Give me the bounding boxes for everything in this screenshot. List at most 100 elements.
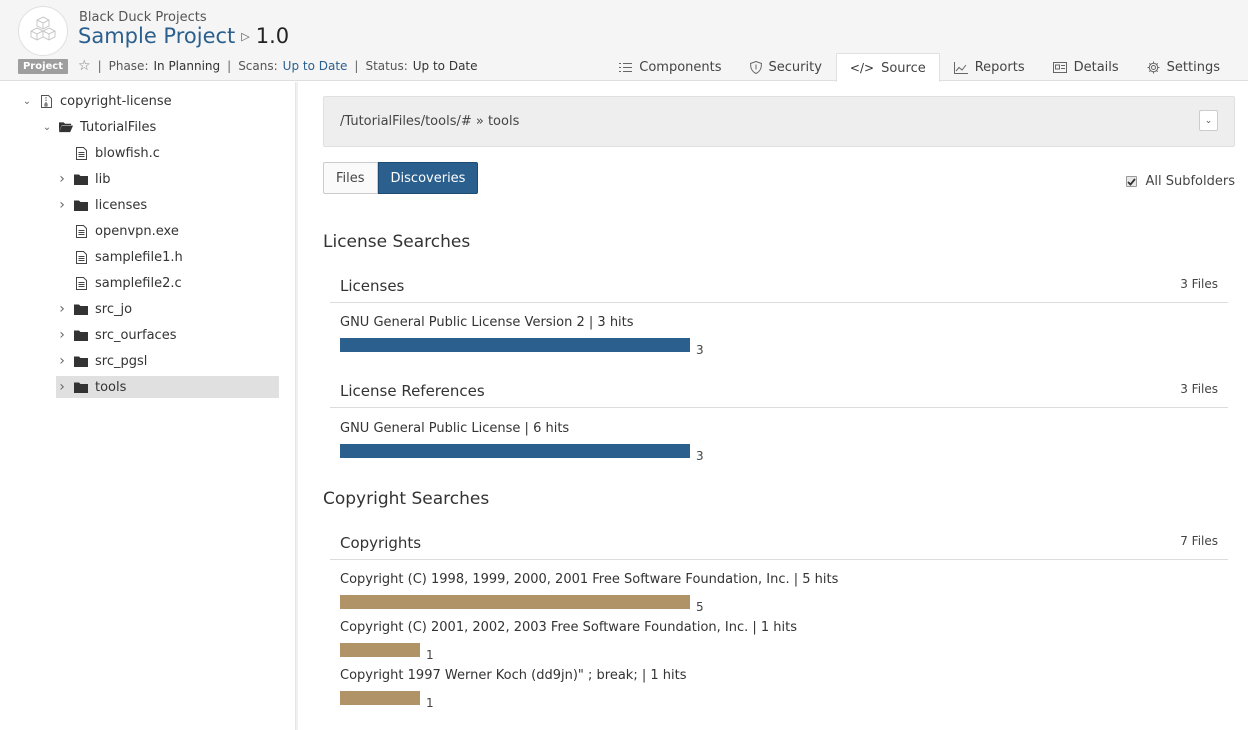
hit-bar — [340, 691, 420, 705]
chevron-right-icon[interactable]: › — [56, 379, 68, 395]
project-logo — [18, 6, 68, 56]
files-view-button[interactable]: Files — [323, 162, 378, 194]
hit-label[interactable]: GNU General Public License Version 2 | 3… — [340, 315, 634, 330]
caret-right-icon: ▷ — [241, 29, 250, 43]
tree-item-label: src_jo — [95, 301, 133, 317]
group-title: Copyrights — [340, 534, 422, 552]
scans-value[interactable]: Up to Date — [283, 59, 348, 73]
file-icon — [74, 146, 88, 160]
tree-folder-item[interactable]: › src_jo — [56, 298, 132, 320]
current-path: /TutorialFiles/tools/# » tools — [340, 114, 520, 129]
tree-node-folder[interactable]: ⌄ TutorialFiles — [41, 116, 157, 138]
breadcrumb-projects[interactable]: Black Duck Projects — [79, 10, 207, 25]
tree-folder-item[interactable]: › lib — [56, 168, 110, 190]
tab-source[interactable]: </> Source — [835, 53, 940, 82]
tree-folder-item[interactable]: › src_ourfaces — [56, 324, 176, 346]
discoveries-view-button[interactable]: Discoveries — [377, 162, 479, 194]
file-count: 3 Files — [1180, 277, 1218, 291]
tree-item-label: lib — [95, 171, 111, 187]
gear-icon — [1147, 61, 1160, 74]
tree-item-label: src_ourfaces — [95, 327, 177, 343]
phase-label: Phase: — [108, 59, 149, 73]
file-icon — [74, 224, 88, 238]
hit-bar-value: 3 — [696, 343, 704, 357]
chevron-down-icon[interactable]: ⌄ — [41, 122, 53, 133]
chevron-down-icon[interactable]: ⌄ — [21, 96, 33, 107]
version-name[interactable]: 1.0 — [256, 24, 289, 48]
folder-icon — [74, 198, 88, 212]
hit-bar-row: 3 — [340, 444, 704, 463]
star-icon[interactable]: ☆ — [78, 58, 91, 74]
project-badge: Project — [18, 59, 68, 74]
tree-node-root[interactable]: ⌄ copyright-license — [21, 90, 172, 112]
hit-bar-row: 3 — [340, 338, 704, 357]
group-title: Licenses — [340, 277, 405, 295]
file-icon — [74, 276, 88, 290]
hit-bar-value: 3 — [696, 449, 704, 463]
view-toggle: Files Discoveries — [323, 162, 479, 194]
hit-bar — [340, 643, 420, 657]
folder-icon — [74, 354, 88, 368]
group-title: License References — [340, 382, 485, 400]
hit-bar — [340, 338, 690, 352]
hit-bar-value: 1 — [426, 696, 434, 710]
hit-label[interactable]: Copyright 1997 Werner Koch (dd9jn)" ; br… — [340, 668, 687, 683]
chart-icon — [953, 61, 968, 74]
chevron-right-icon[interactable]: › — [56, 301, 68, 317]
list-icon — [619, 62, 633, 73]
project-meta: ☆ | Phase: In Planning | Scans: Up to Da… — [78, 58, 478, 74]
status-value: Up to Date — [412, 59, 478, 73]
copyright-searches-heading: Copyright Searches — [323, 489, 490, 509]
chevron-right-icon[interactable]: › — [56, 197, 68, 213]
tree-file-item[interactable]: blowfish.c — [56, 142, 160, 164]
tree-file-item[interactable]: samplefile2.c — [56, 272, 182, 294]
tab-components[interactable]: Components — [605, 53, 735, 81]
project-name-link[interactable]: Sample Project — [78, 24, 235, 48]
hit-bar-row: 1 — [340, 643, 434, 662]
hit-bar-value: 1 — [426, 648, 434, 662]
source-tree — [0, 82, 296, 730]
tree-folder-item[interactable]: › src_pgsl — [56, 350, 147, 372]
license-references-group-header: License References 3 Files — [330, 378, 1228, 408]
id-card-icon — [1052, 62, 1067, 73]
tree-file-item[interactable]: openvpn.exe — [56, 220, 179, 242]
tab-settings[interactable]: Settings — [1133, 53, 1234, 81]
hit-label[interactable]: Copyright (C) 1998, 1999, 2000, 2001 Fre… — [340, 572, 838, 587]
tree-item-label: tools — [95, 379, 127, 395]
hit-bar — [340, 595, 690, 609]
phase-value: In Planning — [153, 59, 221, 73]
tree-item-label: samplefile1.h — [95, 249, 183, 265]
file-count: 7 Files — [1180, 534, 1218, 548]
all-subfolders-option[interactable]: All Subfolders — [1126, 174, 1235, 189]
hit-label[interactable]: Copyright (C) 2001, 2002, 2003 Free Soft… — [340, 620, 797, 635]
tree-folder-item[interactable]: › tools — [56, 376, 279, 398]
cubes-icon — [28, 14, 58, 48]
hit-bar-value: 5 — [696, 600, 704, 614]
tab-details[interactable]: Details — [1039, 53, 1133, 81]
chevron-right-icon[interactable]: › — [56, 171, 68, 187]
all-subfolders-label: All Subfolders — [1145, 174, 1235, 189]
tree-item-label: openvpn.exe — [95, 223, 179, 239]
expand-path-button[interactable]: ⌄ — [1199, 110, 1218, 131]
hit-label[interactable]: GNU General Public License | 6 hits — [340, 421, 569, 436]
folder-icon — [74, 172, 88, 186]
page-title: Sample Project ▷ 1.0 — [78, 24, 289, 48]
tree-folder-item[interactable]: › licenses — [56, 194, 147, 216]
tab-reports[interactable]: Reports — [940, 53, 1039, 81]
hit-bar-row: 1 — [340, 691, 434, 710]
folder-icon — [74, 328, 88, 342]
folder-icon — [74, 302, 88, 316]
all-subfolders-checkbox[interactable] — [1126, 176, 1138, 187]
chevron-right-icon[interactable]: › — [56, 327, 68, 343]
hit-bar-row: 5 — [340, 595, 704, 614]
chevron-right-icon[interactable]: › — [56, 353, 68, 369]
code-icon: </> — [849, 61, 875, 75]
sidebar-resize-handle[interactable] — [295, 82, 298, 730]
folder-open-icon — [59, 120, 73, 134]
scans-label: Scans: — [238, 59, 278, 73]
status-label: Status: — [365, 59, 408, 73]
license-searches-heading: License Searches — [323, 232, 471, 252]
tab-security[interactable]: Security — [736, 53, 836, 81]
licenses-group-header: Licenses 3 Files — [330, 273, 1228, 303]
tree-file-item[interactable]: samplefile1.h — [56, 246, 183, 268]
